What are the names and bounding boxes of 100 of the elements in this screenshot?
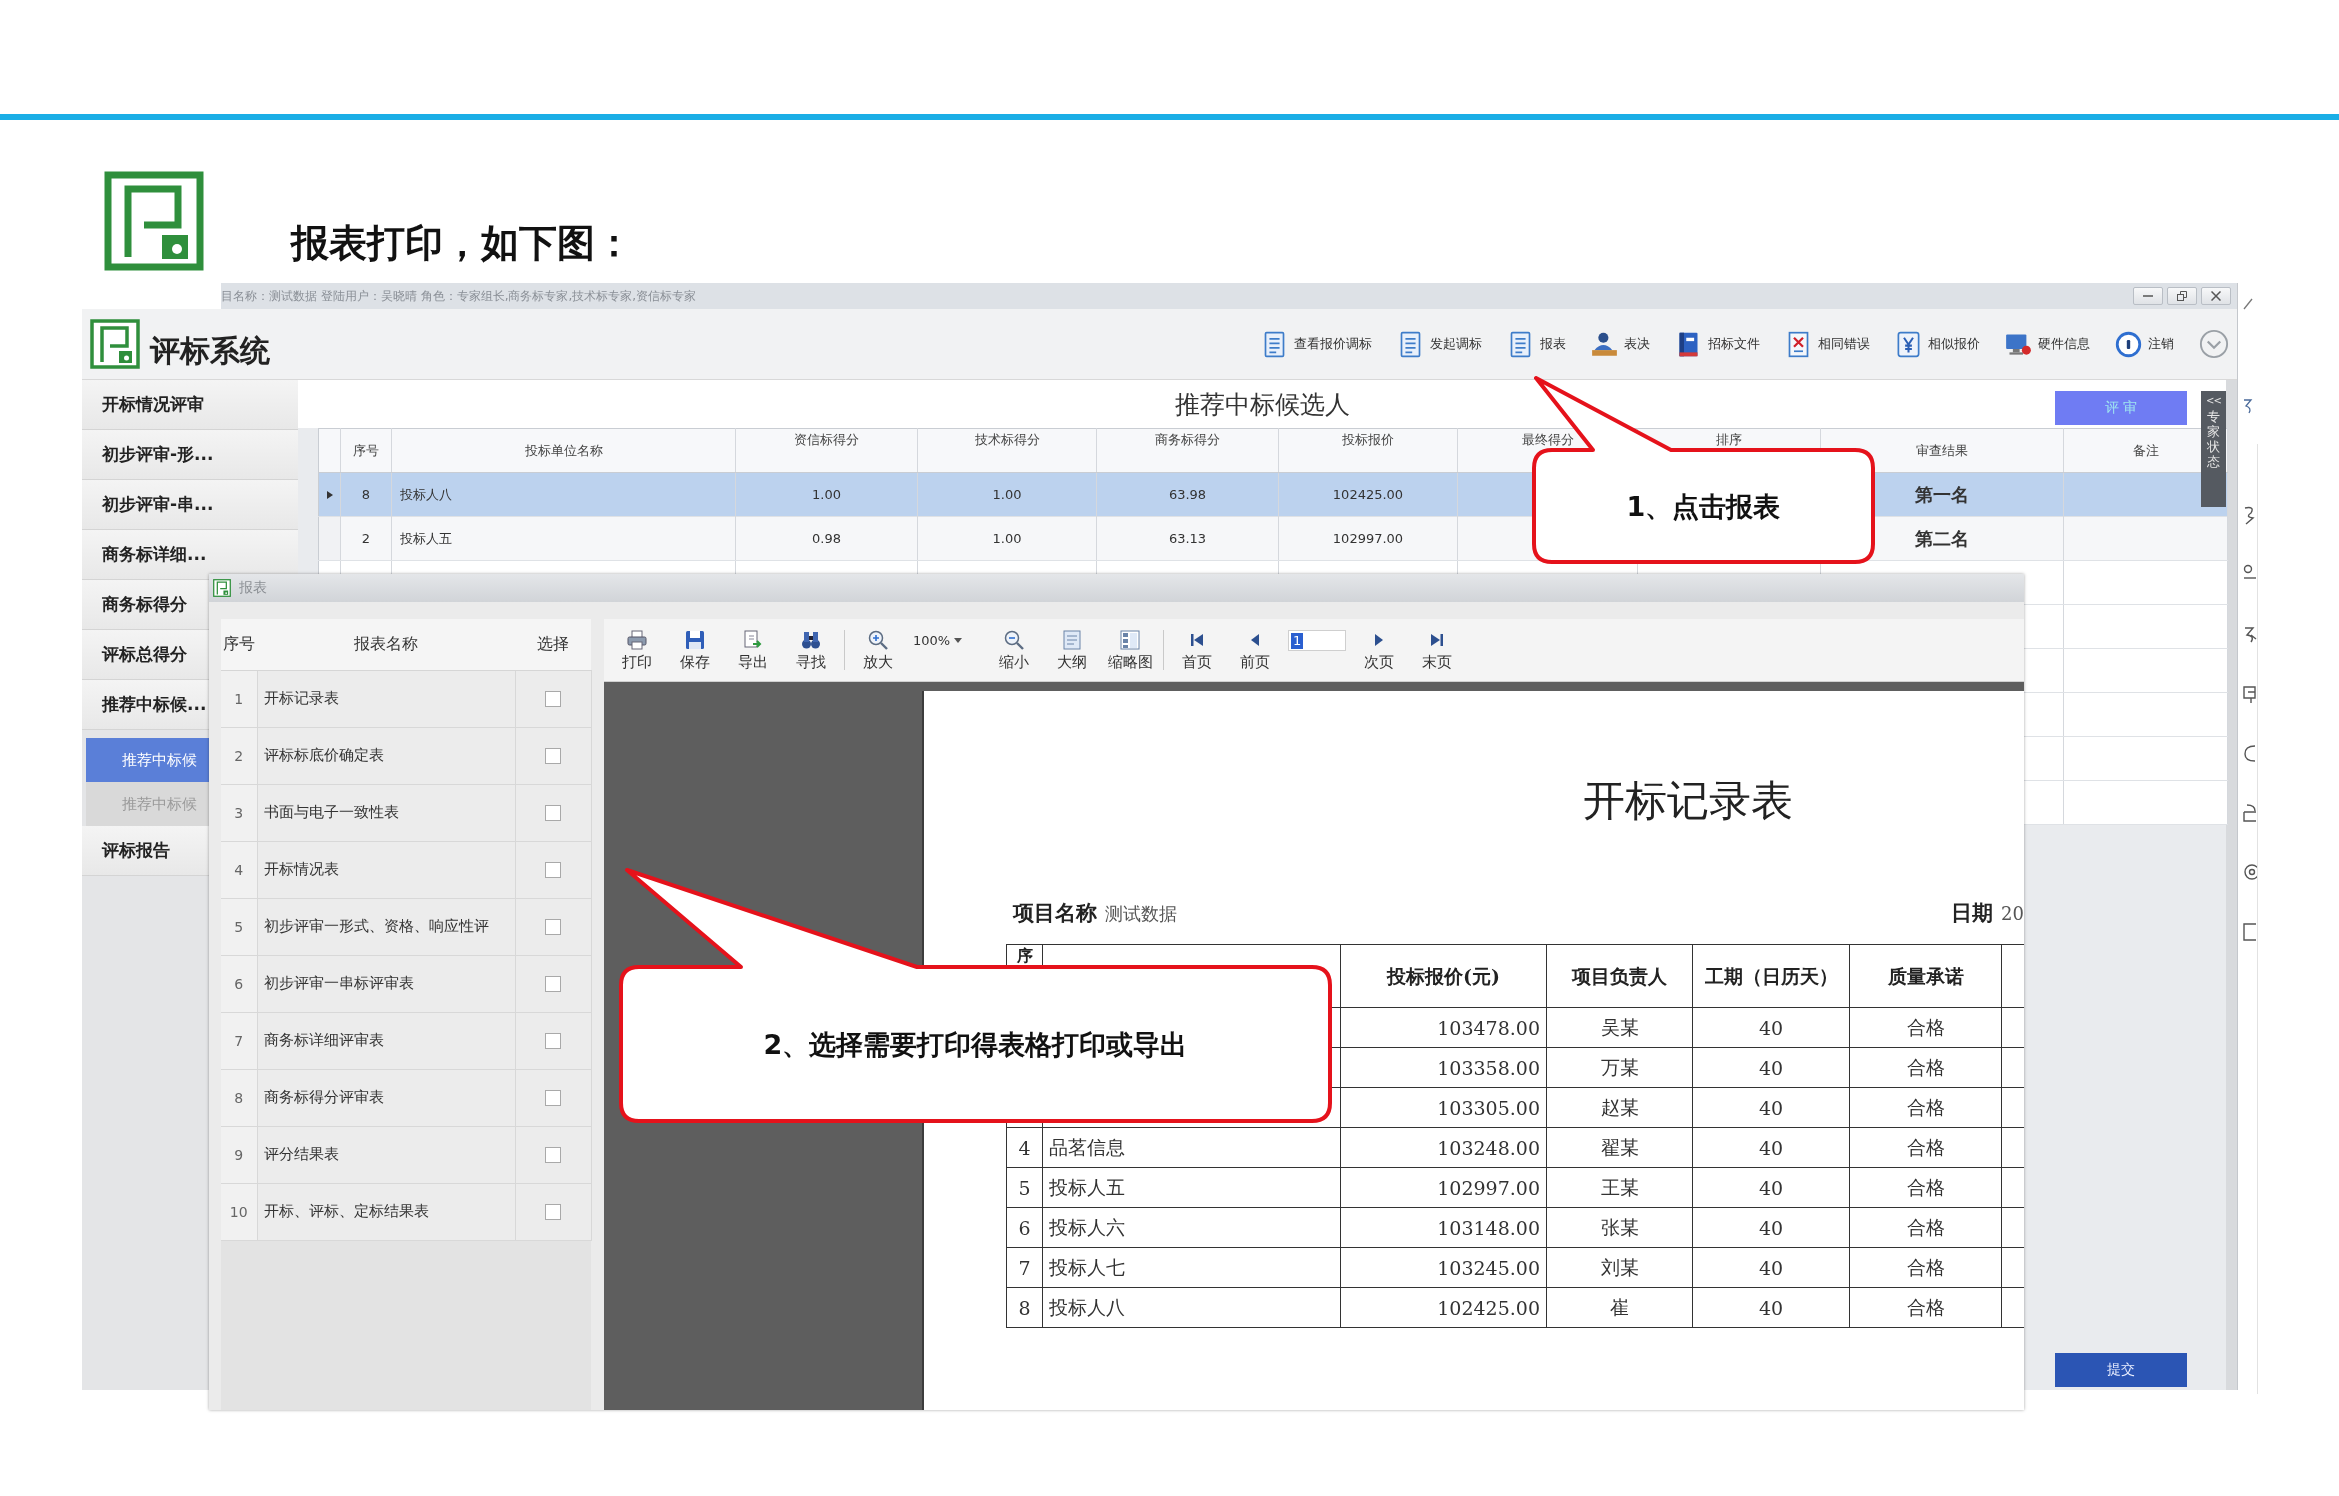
sidebar-item[interactable]: 开标情况评审 <box>82 380 298 430</box>
row-selector[interactable] <box>318 472 341 517</box>
slash-icon[interactable] <box>2243 298 2253 310</box>
table-cell: 合格 <box>1849 1167 2002 1208</box>
square-icon[interactable] <box>2243 684 2257 704</box>
table-cell: 投标人六 <box>1042 1207 1341 1248</box>
print-button[interactable]: 打印 <box>612 630 662 671</box>
report-name-cell[interactable]: 评分结果表 <box>257 1126 515 1183</box>
report-name-cell[interactable]: 商务标详细评审表 <box>257 1012 515 1069</box>
close-button[interactable] <box>2201 287 2231 305</box>
table-cell: 刘某 <box>1546 1247 1693 1288</box>
table-cell: 40 <box>1692 1167 1850 1208</box>
table-cell: 7 <box>1006 1247 1043 1288</box>
checkbox[interactable] <box>545 862 561 878</box>
hook-icon[interactable] <box>2243 398 2253 414</box>
checkbox[interactable] <box>545 748 561 764</box>
table-cell: 7 <box>221 1012 257 1069</box>
callout-text: 2、选择需要打印得表格打印或导出 <box>763 1028 1188 1062</box>
last-page-button[interactable]: 末页 <box>1412 630 1462 671</box>
column-header: 质量承诺 <box>1849 944 2002 1008</box>
scrollbar[interactable] <box>2226 380 2237 1390</box>
table-cell: 1 <box>221 670 257 727</box>
table-cell: 投标人五 <box>391 516 736 561</box>
column-header: 商务标得分 <box>1096 428 1279 473</box>
checkbox[interactable] <box>545 976 561 992</box>
report-name-cell[interactable]: 初步评审一形式、资格、响应性评 <box>257 898 515 955</box>
table-cell: 9 <box>221 1126 257 1183</box>
page-field[interactable]: 1 <box>1288 630 1346 651</box>
logo-icon <box>104 171 204 271</box>
checkbox[interactable] <box>545 805 561 821</box>
table-cell: 10 <box>221 1183 257 1240</box>
row-pointer-icon <box>326 491 333 499</box>
outline-button[interactable]: 大纲 <box>1047 630 1097 671</box>
page-icon[interactable] <box>2243 922 2257 942</box>
zoom-select[interactable]: 100% <box>911 630 981 651</box>
toolbar-button[interactable]: 招标文件 <box>1675 330 1760 358</box>
side-tab[interactable]: << 专家状态 <box>2201 391 2226 507</box>
minimize-button[interactable] <box>2133 287 2163 305</box>
export-icon <box>743 630 763 650</box>
thumbnails-icon <box>1120 630 1140 650</box>
report-name-cell[interactable]: 初步评审一串标评审表 <box>257 955 515 1012</box>
arc-icon[interactable] <box>2243 743 2257 763</box>
report-name-cell[interactable]: 评标标底价确定表 <box>257 727 515 784</box>
window-title: 目名称：测试数据 登陆用户：吴晓晴 角色：专家组长,商务标专家,技术标专家,资信标专家 <box>221 287 698 305</box>
toolbar-button[interactable]: 查看报价调标 <box>1261 330 1372 358</box>
box-icon[interactable] <box>2243 803 2257 823</box>
swirl-icon[interactable] <box>2243 624 2257 644</box>
table-cell: 40 <box>1692 1087 1850 1128</box>
submit-button[interactable]: 提交 <box>2055 1353 2187 1387</box>
callout-text: 1、点击报表 <box>1626 490 1781 524</box>
toolbar-button[interactable]: 报表 <box>1507 330 1566 358</box>
window-title: 报表 <box>239 579 267 597</box>
report-name-cell[interactable]: 开标、评标、定标结果表 <box>257 1183 515 1240</box>
table-cell: 4 <box>221 841 257 898</box>
checkbox[interactable] <box>545 919 561 935</box>
sidebar-item[interactable]: 初步评审-串... <box>82 480 298 530</box>
checkbox[interactable] <box>545 1147 561 1163</box>
report-name-cell[interactable]: 商务标得分评审表 <box>257 1069 515 1126</box>
table-cell: 张某 <box>1546 1207 1693 1248</box>
find-button[interactable]: 寻找 <box>786 630 836 671</box>
toolbar-button[interactable]: 相似报价 <box>1895 330 1980 358</box>
toolbar-button[interactable]: 相同错误 <box>1785 330 1870 358</box>
next-page-button[interactable]: 次页 <box>1354 630 1404 671</box>
zoom-in-icon <box>868 630 888 650</box>
table-cell: 2 <box>221 727 257 784</box>
thumbnails-button[interactable]: 缩略图 <box>1105 630 1155 671</box>
zoom-out-button[interactable]: 缩小 <box>989 630 1039 671</box>
save-icon <box>685 630 705 650</box>
table-cell: 103245.00 <box>1340 1247 1547 1288</box>
table-cell: 2 <box>340 516 392 561</box>
table-cell: 6 <box>221 955 257 1012</box>
report-name-cell[interactable]: 书面与电子一致性表 <box>257 784 515 841</box>
previous-page-button[interactable]: 前页 <box>1230 630 1280 671</box>
table-cell: 40 <box>1692 1247 1850 1288</box>
report-name-cell[interactable]: 开标情况表 <box>257 841 515 898</box>
column-header: 项目负责人 <box>1546 944 1693 1008</box>
sidebar-item[interactable]: 初步评审-形... <box>82 430 298 480</box>
column-header: 投标报价 <box>1278 428 1458 473</box>
checkbox[interactable] <box>545 1033 561 1049</box>
table-cell: 40 <box>1692 1207 1850 1248</box>
checkbox[interactable] <box>545 1090 561 1106</box>
sidebar-item[interactable]: 商务标详细... <box>82 530 298 580</box>
restore-icon <box>2177 291 2187 301</box>
table-cell: 4 <box>1006 1127 1043 1168</box>
toolbar-button[interactable]: 表决 <box>1591 330 1650 358</box>
export-button[interactable]: 导出 <box>728 630 778 671</box>
toolbar-button[interactable]: 注销 <box>2115 330 2174 358</box>
caret-down-icon <box>954 638 963 643</box>
toolbar-button[interactable]: 硬件信息 <box>2005 330 2090 358</box>
squiggle-icon[interactable] <box>2243 505 2257 525</box>
checkbox[interactable] <box>545 1204 561 1220</box>
restore-button[interactable] <box>2167 287 2197 305</box>
zoom-in-button[interactable]: 放大 <box>853 630 903 671</box>
first-page-button[interactable]: 首页 <box>1172 630 1222 671</box>
ring-icon[interactable] <box>2243 863 2257 883</box>
report-name-cell[interactable]: 开标记录表 <box>257 670 515 727</box>
toolbar-button[interactable]: 发起调标 <box>1397 330 1482 358</box>
close-icon <box>2211 291 2221 301</box>
checkbox[interactable] <box>545 691 561 707</box>
save-button[interactable]: 保存 <box>670 630 720 671</box>
